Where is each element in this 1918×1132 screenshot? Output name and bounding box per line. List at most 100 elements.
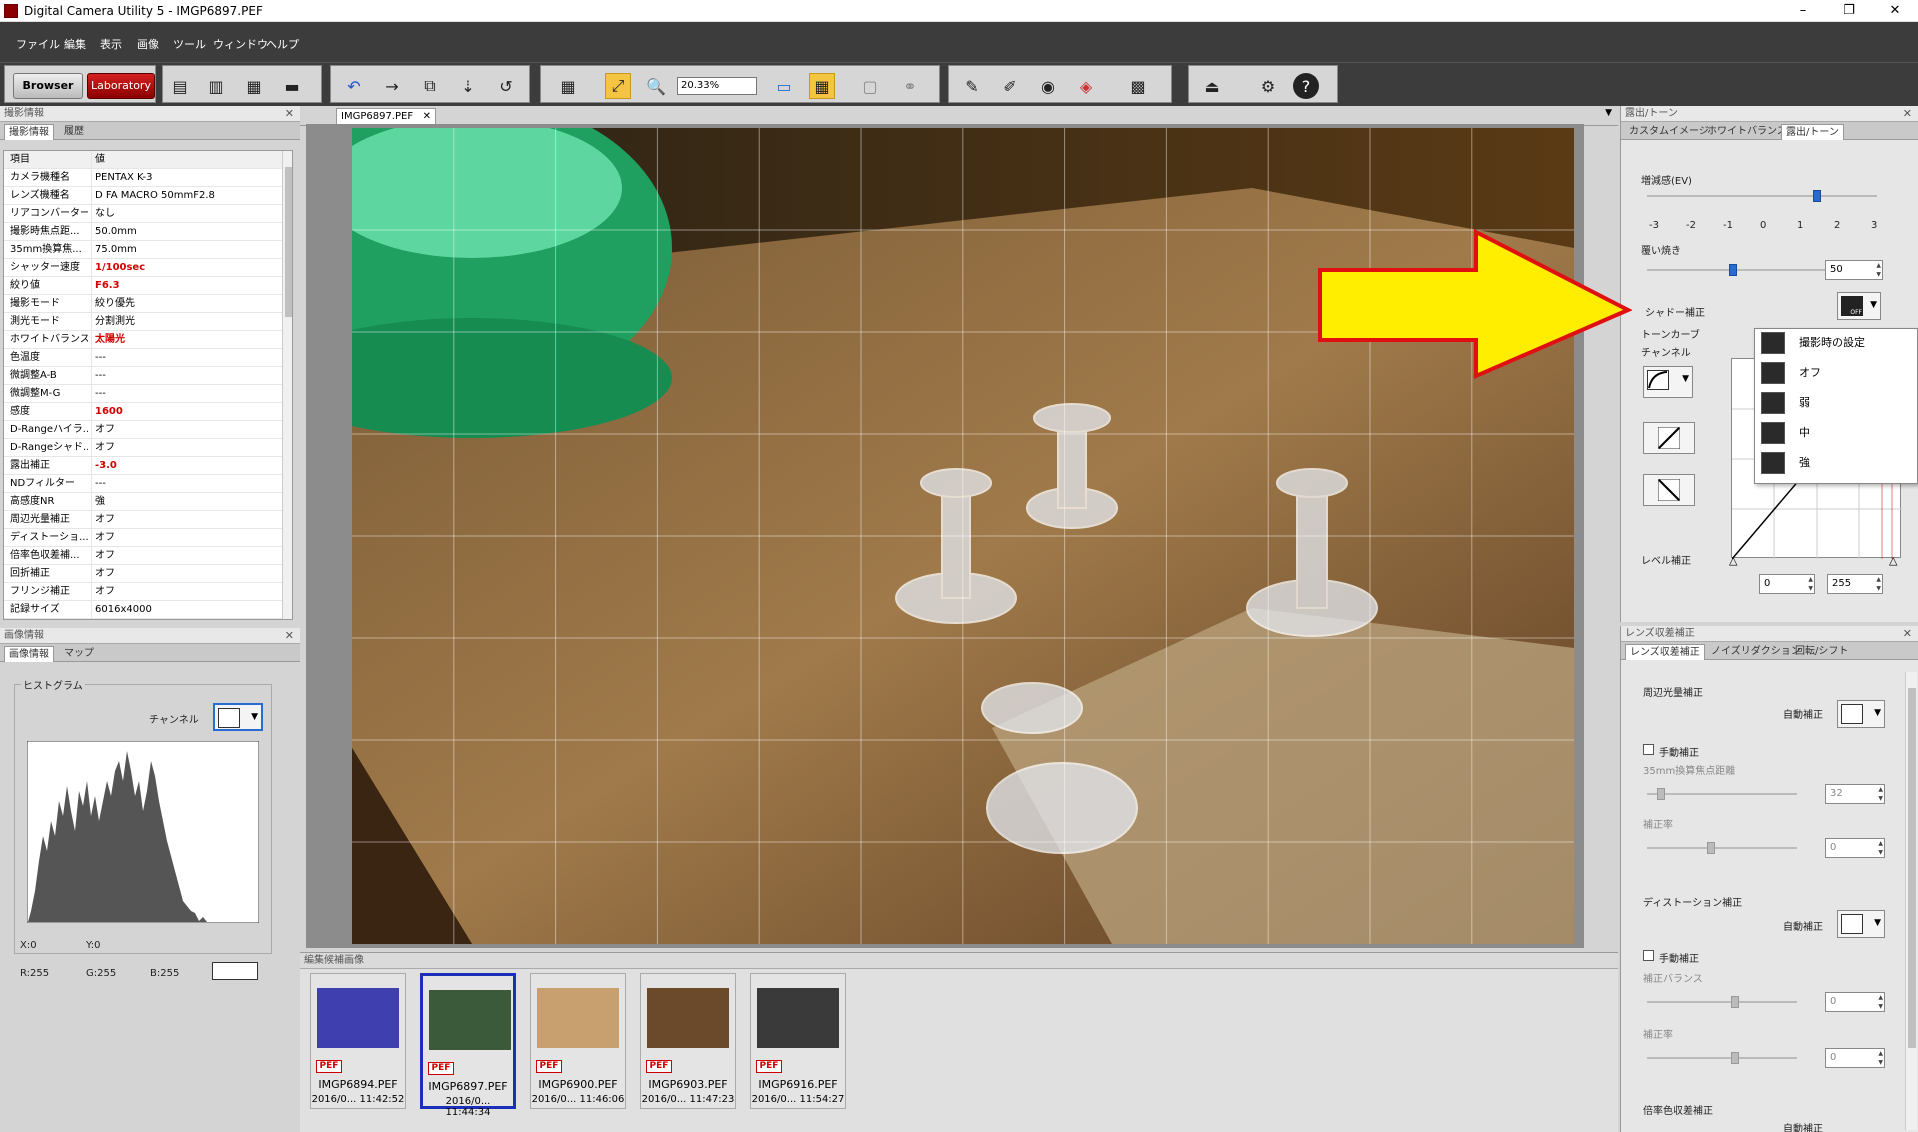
table-row[interactable]: 色温度 --- — [4, 349, 282, 367]
grid-icon[interactable]: ▦ — [555, 73, 581, 99]
table-row[interactable]: 感度 1600 — [4, 403, 282, 421]
rate-slider[interactable] — [1647, 842, 1797, 854]
table-row[interactable]: ディストーショ... オフ — [4, 529, 282, 547]
tab-lens-correction[interactable]: レンズ収差補正 — [1625, 644, 1705, 660]
tab-rotation-shift[interactable]: 回転/シフト — [1791, 644, 1852, 660]
menu-file[interactable]: ファイル — [16, 36, 60, 52]
minimize-button[interactable]: – — [1780, 0, 1826, 22]
table-row[interactable]: NDフィルター --- — [4, 475, 282, 493]
paste-settings-icon[interactable]: ⇣ — [455, 73, 481, 99]
highlight-slider[interactable] — [1647, 264, 1827, 276]
table-row[interactable]: D-Rangeハイラ... オフ — [4, 421, 282, 439]
undo-icon[interactable]: ↶ — [341, 73, 367, 99]
curve-reset-button[interactable] — [1643, 474, 1695, 506]
table-row[interactable]: 撮影モード 絞り優先 — [4, 295, 282, 313]
tab-white-balance[interactable]: ホワイトバランス — [1703, 124, 1791, 140]
table-row[interactable]: ホワイトバランス 太陽光 — [4, 331, 282, 349]
table-row[interactable]: カメラ機種名 PENTAX K-3 — [4, 169, 282, 187]
shadow-dropdown[interactable]: OFF ▼ — [1837, 292, 1881, 320]
tab-history[interactable]: 履歴 — [60, 124, 88, 140]
menu-image[interactable]: 画像 — [137, 36, 159, 52]
focal-slider-thumb[interactable] — [1657, 788, 1665, 800]
gain-slider-thumb[interactable] — [1813, 190, 1821, 202]
scrollbar-thumb[interactable] — [285, 167, 292, 317]
eyedropper-icon[interactable]: ✎ — [959, 73, 985, 99]
menu-view[interactable]: 表示 — [100, 36, 122, 52]
browser-button[interactable]: Browser — [13, 73, 83, 99]
table-row[interactable]: 微調整A-B --- — [4, 367, 282, 385]
table-row[interactable]: 倍率色収差補... オフ — [4, 547, 282, 565]
menu-item-strong[interactable]: 強 — [1757, 449, 1917, 477]
zoom-icon[interactable]: 🔍 — [643, 73, 669, 99]
tab-exposure-tone[interactable]: 露出/トーン — [1781, 124, 1844, 140]
tab-image-info[interactable]: 画像情報 — [4, 646, 54, 662]
compare-icon[interactable]: ▢ — [857, 73, 883, 99]
table-row[interactable]: 記録サイズ 6016x4000 — [4, 601, 282, 619]
gain-slider[interactable] — [1647, 190, 1877, 202]
zoom-field[interactable]: 20.33% — [677, 77, 757, 95]
menu-window[interactable]: ウィンドウ — [213, 36, 268, 52]
table-row[interactable]: シャッター速度 1/100sec — [4, 259, 282, 277]
fit-icon[interactable]: ⤢ — [605, 73, 631, 99]
table-row[interactable]: 35mm換算焦... 75.0mm — [4, 241, 282, 259]
tab-map[interactable]: マップ — [60, 646, 98, 662]
table-row[interactable]: 撮影時焦点距... 50.0mm — [4, 223, 282, 241]
link-icon[interactable]: ⚭ — [897, 73, 923, 99]
color-icon[interactable]: ◈ — [1073, 73, 1099, 99]
copy-settings-icon[interactable]: ⧉ — [417, 73, 443, 99]
table-row[interactable]: フリンジ補正 オフ — [4, 583, 282, 601]
menu-item-off[interactable]: オフ — [1757, 359, 1917, 387]
save-as-icon[interactable]: ▥ — [203, 73, 229, 99]
menu-item-medium[interactable]: 中 — [1757, 419, 1917, 447]
rate-slider-thumb[interactable] — [1707, 842, 1715, 854]
help-icon[interactable]: ? — [1293, 73, 1319, 99]
filmstrip-thumb[interactable]: PEF IMGP6903.PEF 2016/0... 11:47:23 — [640, 973, 736, 1109]
print-icon[interactable]: ▬ — [279, 73, 305, 99]
tab-custom-image[interactable]: カスタムイメージ — [1625, 124, 1713, 140]
level-min-handle[interactable]: △ — [1729, 554, 1737, 567]
tab-shooting-info[interactable]: 撮影情報 — [4, 124, 54, 140]
table-row[interactable]: 測光モード 分割測光 — [4, 313, 282, 331]
manual-checkbox-2[interactable] — [1643, 950, 1654, 961]
vignette-auto-dropdown[interactable]: ▼ — [1837, 700, 1885, 728]
level-max-handle[interactable]: △ — [1889, 554, 1897, 567]
rate-slider-2[interactable] — [1647, 1052, 1797, 1064]
reset-icon[interactable]: ↺ — [493, 73, 519, 99]
menu-edit[interactable]: 編集 — [64, 36, 86, 52]
close-button[interactable]: ✕ — [1872, 0, 1918, 22]
menu-item-shooting-setting[interactable]: 撮影時の設定 — [1757, 329, 1917, 357]
curve-channel-dropdown[interactable]: ▼ — [1643, 366, 1693, 398]
focal-input[interactable]: 32 — [1825, 784, 1885, 804]
lens-scrollbar[interactable] — [1905, 672, 1917, 1130]
balance-slider-thumb[interactable] — [1731, 996, 1739, 1008]
close-icon[interactable]: ✕ — [1903, 106, 1912, 121]
filmstrip-thumb[interactable]: PEF IMGP6916.PEF 2016/0... 11:54:27 — [750, 973, 846, 1109]
close-icon[interactable]: ✕ — [285, 628, 294, 643]
table-row[interactable]: 微調整M-G --- — [4, 385, 282, 403]
preview-eye-icon[interactable]: ◉ — [1035, 73, 1061, 99]
balance-slider[interactable] — [1647, 996, 1797, 1008]
channel-dropdown[interactable]: ▼ — [213, 703, 263, 731]
close-icon[interactable]: ✕ — [1903, 626, 1912, 641]
level-max-input[interactable]: 255 — [1827, 574, 1883, 594]
table-row[interactable]: 高感度NR 強 — [4, 493, 282, 511]
filmstrip-thumb[interactable]: PEF IMGP6894.PEF 2016/0... 11:42:52 — [310, 973, 406, 1109]
filmstrip-thumb[interactable]: PEF IMGP6897.PEF 2016/0... 11:44:34 — [420, 973, 516, 1118]
table-row[interactable]: 周辺光量補正 オフ — [4, 511, 282, 529]
curve-add-point-button[interactable] — [1643, 422, 1695, 454]
table-row[interactable]: レンズ機種名 D FA MACRO 50mmF2.8 — [4, 187, 282, 205]
menu-help[interactable]: ヘルプ — [266, 36, 299, 52]
window-icon[interactable]: ▭ — [771, 73, 797, 99]
scrollbar-thumb[interactable] — [1908, 688, 1916, 1048]
highlight-slider-thumb[interactable] — [1729, 264, 1737, 276]
filmstrip-thumb[interactable]: PEF IMGP6900.PEF 2016/0... 11:46:06 — [530, 973, 626, 1109]
batch-save-icon[interactable]: ▦ — [241, 73, 267, 99]
menu-tools[interactable]: ツール — [173, 36, 206, 52]
highlight-input[interactable]: 50 — [1825, 260, 1883, 280]
redo-icon[interactable]: → — [379, 73, 405, 99]
grid-overlay-icon[interactable]: ▦ — [809, 73, 835, 99]
table-row[interactable]: リアコンバーター なし — [4, 205, 282, 223]
close-icon[interactable]: ✕ — [285, 106, 294, 121]
table-row[interactable]: D-Rangeシャド... オフ — [4, 439, 282, 457]
save-icon[interactable]: ▤ — [167, 73, 193, 99]
